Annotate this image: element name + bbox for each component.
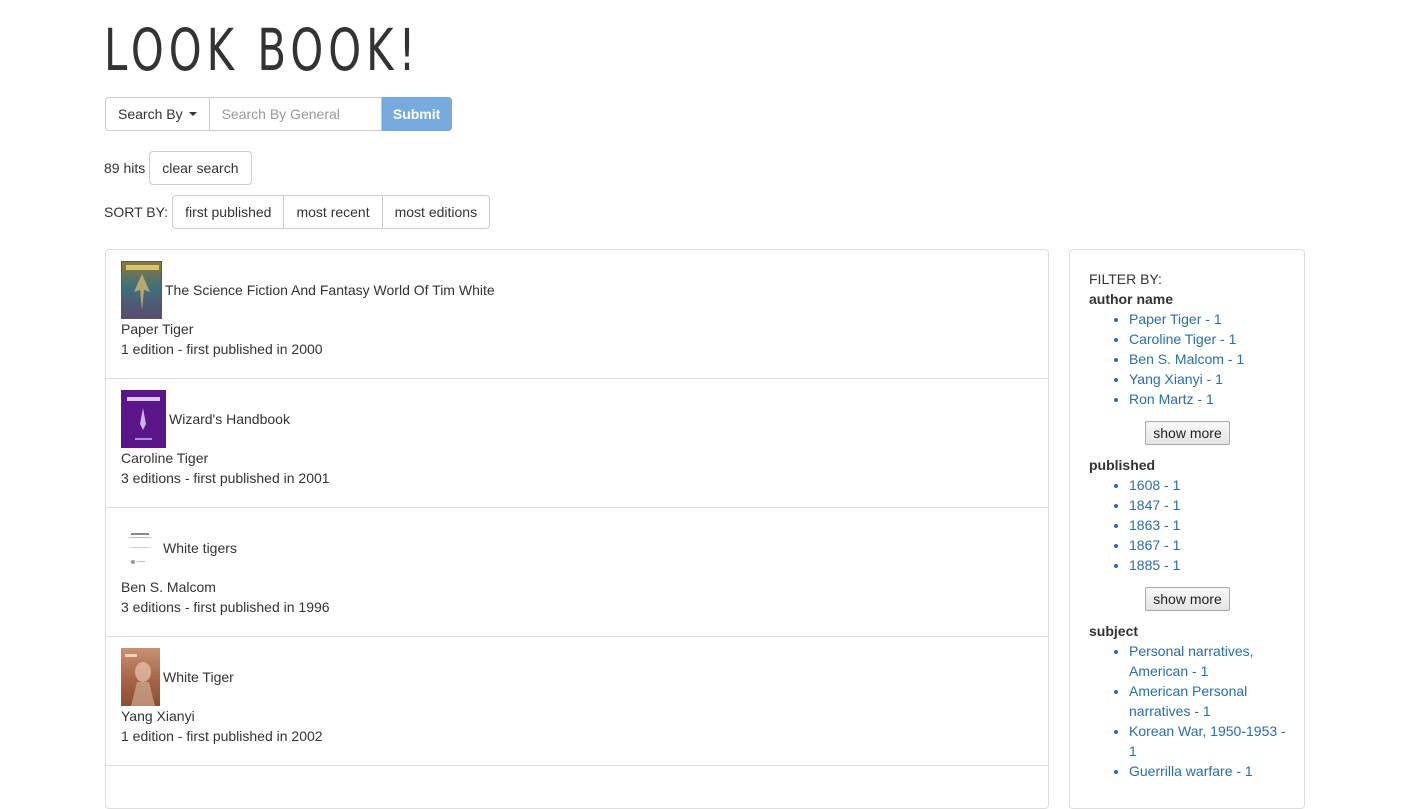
filter-author-link[interactable]: Yang Xianyi - 1: [1129, 371, 1223, 387]
result-edition-info: 1 edition - first published in 2000: [121, 341, 323, 357]
filter-subject-item: American Personal narratives - 1: [1129, 681, 1286, 721]
filter-subject-link[interactable]: Korean War, 1950-1953 - 1: [1129, 723, 1286, 759]
result-title-link[interactable]: Wizard's Handbook: [169, 409, 290, 429]
book-cover-image[interactable]: [121, 260, 162, 319]
filter-published-link[interactable]: 1885 - 1: [1129, 557, 1180, 573]
result-author: Paper Tiger: [121, 321, 194, 337]
results-list: The Science Fiction And Fantasy World Of…: [105, 249, 1049, 809]
filter-by-label: FILTER BY:: [1089, 271, 1162, 287]
filter-panel: FILTER BY: author name Paper Tiger - 1 C…: [1069, 249, 1305, 809]
sort-label: SORT BY:: [104, 204, 169, 220]
result-edition-info: 3 editions - first published in 1996: [121, 599, 330, 615]
submit-button[interactable]: Submit: [381, 97, 452, 131]
site-logo: LOOK BOOK!: [104, 16, 421, 84]
result-item: The Science Fiction And Fantasy World Of…: [106, 250, 1048, 379]
filter-published-item: 1608 - 1: [1129, 475, 1286, 495]
result-author: Yang Xianyi: [121, 708, 195, 724]
filter-published-link[interactable]: 1608 - 1: [1129, 477, 1180, 493]
filter-published-link[interactable]: 1847 - 1: [1129, 497, 1180, 513]
show-more-authors-button[interactable]: show more: [1145, 421, 1230, 445]
filter-subject-link[interactable]: American Personal narratives - 1: [1129, 683, 1247, 719]
book-cover-image[interactable]: [121, 518, 160, 577]
filter-author-link[interactable]: Caroline Tiger - 1: [1129, 331, 1236, 347]
filter-subject-list: Personal narratives, American - 1 Americ…: [1089, 641, 1286, 781]
result-item: Wizard's Handbook Caroline Tiger 3 editi…: [106, 379, 1048, 508]
hits-row: 89 hits clear search: [104, 151, 252, 185]
filter-subject-link[interactable]: Personal narratives, American - 1: [1129, 643, 1254, 679]
filter-subject-item: Guerrilla warfare - 1: [1129, 761, 1286, 781]
result-edition-info: 3 editions - first published in 2001: [121, 470, 330, 486]
filter-subject-heading: subject: [1089, 623, 1139, 639]
filter-published-heading: published: [1089, 457, 1156, 473]
filter-author-list: Paper Tiger - 1 Caroline Tiger - 1 Ben S…: [1089, 309, 1286, 409]
result-author: Ben S. Malcom: [121, 579, 216, 595]
filter-published-item: 1867 - 1: [1129, 535, 1286, 555]
sort-row: SORT BY: first published most recent mos…: [104, 195, 491, 229]
filter-author-link[interactable]: Paper Tiger - 1: [1129, 311, 1222, 327]
filter-published-item: 1847 - 1: [1129, 495, 1286, 515]
show-more-published-button[interactable]: show more: [1145, 587, 1230, 611]
book-cover-image[interactable]: [121, 647, 160, 706]
result-edition-info: 1 edition - first published in 2002: [121, 728, 323, 744]
search-by-label: Search By: [118, 106, 183, 122]
filter-author-link[interactable]: Ron Martz - 1: [1129, 391, 1214, 407]
filter-published-link[interactable]: 1863 - 1: [1129, 517, 1180, 533]
sort-most-editions-button[interactable]: most editions: [381, 195, 491, 229]
search-by-dropdown[interactable]: Search By: [105, 97, 210, 131]
sort-first-published-button[interactable]: first published: [172, 195, 285, 229]
filter-published-item: 1863 - 1: [1129, 515, 1286, 535]
filter-subject-link[interactable]: Guerrilla warfare - 1: [1129, 763, 1253, 779]
sort-most-recent-button[interactable]: most recent: [283, 195, 383, 229]
clear-search-button[interactable]: clear search: [149, 151, 252, 185]
filter-published-item: 1885 - 1: [1129, 555, 1286, 575]
filter-published-link[interactable]: 1867 - 1: [1129, 537, 1180, 553]
filter-author-heading: author name: [1089, 291, 1174, 307]
search-bar: Search By Submit: [105, 97, 452, 131]
filter-author-item: Yang Xianyi - 1: [1129, 369, 1286, 389]
result-title-link[interactable]: White Tiger: [163, 667, 234, 687]
result-title-link[interactable]: The Science Fiction And Fantasy World Of…: [165, 280, 495, 300]
filter-author-item: Ben S. Malcom - 1: [1129, 349, 1286, 369]
filter-published-list: 1608 - 1 1847 - 1 1863 - 1 1867 - 1 1885…: [1089, 475, 1286, 575]
filter-subject-item: Personal narratives, American - 1: [1129, 641, 1286, 681]
filter-author-item: Caroline Tiger - 1: [1129, 329, 1286, 349]
sort-button-group: first published most recent most edition…: [172, 195, 491, 229]
filter-author-item: Paper Tiger - 1: [1129, 309, 1286, 329]
result-item: White Tiger Yang Xianyi 1 edition - firs…: [106, 637, 1048, 766]
hits-count: 89 hits: [104, 160, 146, 176]
filter-author-link[interactable]: Ben S. Malcom - 1: [1129, 351, 1244, 367]
result-title-link[interactable]: White tigers: [163, 538, 237, 558]
book-cover-image[interactable]: [121, 389, 166, 448]
result-author: Caroline Tiger: [121, 450, 209, 466]
caret-down-icon: [188, 112, 197, 116]
search-input[interactable]: [209, 97, 382, 131]
result-item: White tigers Ben S. Malcom 3 editions - …: [106, 508, 1048, 637]
filter-author-item: Ron Martz - 1: [1129, 389, 1286, 409]
filter-subject-item: Korean War, 1950-1953 - 1: [1129, 721, 1286, 761]
